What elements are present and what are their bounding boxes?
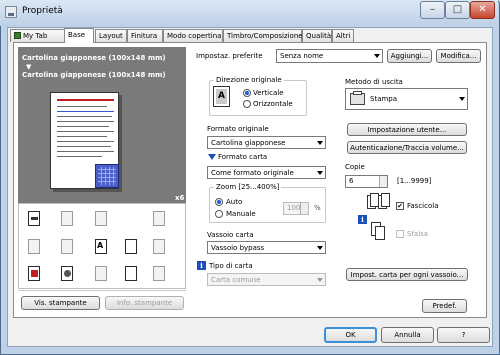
stepper-arrows-icon[interactable] [379,176,387,187]
zoom-auto-radio[interactable] [215,198,223,206]
paper-type-select[interactable]: Carta comune [207,273,326,286]
orientation-portrait-label: Verticale [253,89,284,97]
tab-altri[interactable]: Altri [332,29,354,42]
chevron-down-icon [459,97,465,101]
add-favorite-button[interactable]: Aggiungi... [387,49,432,63]
view-printer-button[interactable]: Vis. stampante [21,296,100,310]
printer-info-button[interactable]: Info. stampante [105,296,184,310]
combine-pages-icon [58,238,76,256]
collate-sets-icon [367,193,390,213]
output-method-select[interactable]: Stampa [345,88,468,110]
printer-output-icon[interactable] [25,210,43,228]
chevron-down-icon [317,246,323,250]
paper-size-select[interactable]: Come formato originale [207,166,326,179]
paper-tray-select[interactable]: Vassoio bypass [207,241,326,254]
close-button[interactable]: ✕ [470,1,495,19]
copies-range: [1...9999] [397,177,432,185]
tab-my-tab[interactable]: My Tab [10,29,65,42]
stamp-icon [150,238,168,256]
print-list-icon[interactable] [122,265,140,283]
tab-layout[interactable]: Layout [95,29,127,42]
preview-arrow-icon: ▼ [26,63,32,71]
duplex-icon [25,238,43,256]
zoom-manual-label: Manuale [226,210,256,218]
preview-stamp-image [95,164,119,188]
collate-label: Fascicola [407,202,439,210]
window-title: Proprietà [22,6,63,16]
orientation-landscape-radio[interactable] [243,100,251,108]
tab-finitura[interactable]: Finitura [127,29,163,42]
orientation-landscape-label: Orizzontale [253,100,293,108]
copy-pages-icon [92,210,110,228]
default-button[interactable]: Predef. [422,299,467,313]
preview-copies-badge: x6 [175,194,185,202]
my-tab-icon [14,32,21,39]
user-settings-button[interactable]: Impostazione utente... [347,123,467,136]
tab-qualita[interactable]: Qualità [302,29,332,42]
copies-label: Copie [345,163,365,171]
collate-info-icon[interactable]: i [358,215,367,224]
tab-base[interactable]: Base [64,28,94,43]
original-size-label: Formato originale [207,125,269,133]
offset-stack-icon [371,222,385,241]
zoom-unit: % [314,204,321,212]
paper-tray-label: Vassoio carta [207,231,254,239]
reverse-order-icon [150,210,168,228]
modify-favorite-button[interactable]: Modifica... [436,49,481,63]
text-page-icon[interactable]: A [92,238,110,256]
settings-gear-icon [92,265,110,283]
staple-icon[interactable] [122,238,140,256]
printer-app-icon [5,6,17,18]
paper-size-label: Formato carta [218,153,268,161]
chevron-down-icon [317,171,323,175]
offset-checkbox[interactable] [396,230,404,238]
orientation-title: Direzione originale [214,76,284,84]
orientation-portrait-radio[interactable] [243,89,251,97]
help-button[interactable]: ? [437,327,490,343]
authentication-button[interactable]: Autenticazione/Traccia volume... [347,141,467,154]
paper-type-info-icon[interactable]: i [197,261,206,270]
preview-page [50,92,119,189]
left-panel-separator [18,290,186,291]
paper-type-label: Tipo di carta [209,262,253,270]
color-page-icon[interactable] [25,265,43,283]
stepper-arrows-icon[interactable] [300,203,308,214]
chevron-down-icon [317,141,323,145]
arrow-down-icon [208,154,216,160]
paper-per-tray-button[interactable]: Impost. carta per ogni vassoio... [346,268,468,281]
offset-label: Sfalsa [407,230,429,238]
tab-modo-copertina[interactable]: Modo copertina [163,29,223,42]
favorites-label: Impostaz. preferite [196,52,263,60]
maximize-button[interactable]: □ [445,1,470,19]
tab-timbro-composizione[interactable]: Timbro/Composizione [223,29,303,42]
favorites-select[interactable]: Senza nome [276,49,383,63]
user-auth-icon[interactable] [58,265,76,283]
orientation-portrait-icon: A [213,86,230,107]
zoom-icon [58,210,76,228]
zoom-auto-label: Auto [226,198,243,206]
chevron-down-icon [374,54,380,58]
booklet-icon [150,265,168,283]
zoom-title: Zoom [25...400%] [214,183,282,191]
zoom-manual-radio[interactable] [215,210,223,218]
preview-paper-size-output: Cartolina giapponese (100x148 mm) [22,71,166,79]
collate-checkbox[interactable]: ✔ [396,202,404,210]
ok-button[interactable]: OK [324,327,377,343]
tab-bar: My Tab Base Layout Finitura Modo coperti… [8,28,493,43]
cancel-button[interactable]: Annulla [381,327,434,343]
output-method-label: Metodo di uscita [345,78,403,86]
preview-paper-size-original: Cartolina giapponese (100x148 mm) [22,54,166,62]
original-size-select[interactable]: Cartolina giapponese [207,136,326,149]
zoom-value-stepper[interactable]: 100 [283,202,309,215]
chevron-down-icon [317,278,323,282]
printer-icon [350,91,365,105]
minimize-button[interactable]: – [420,1,445,19]
copies-stepper[interactable]: 6 [345,175,388,188]
